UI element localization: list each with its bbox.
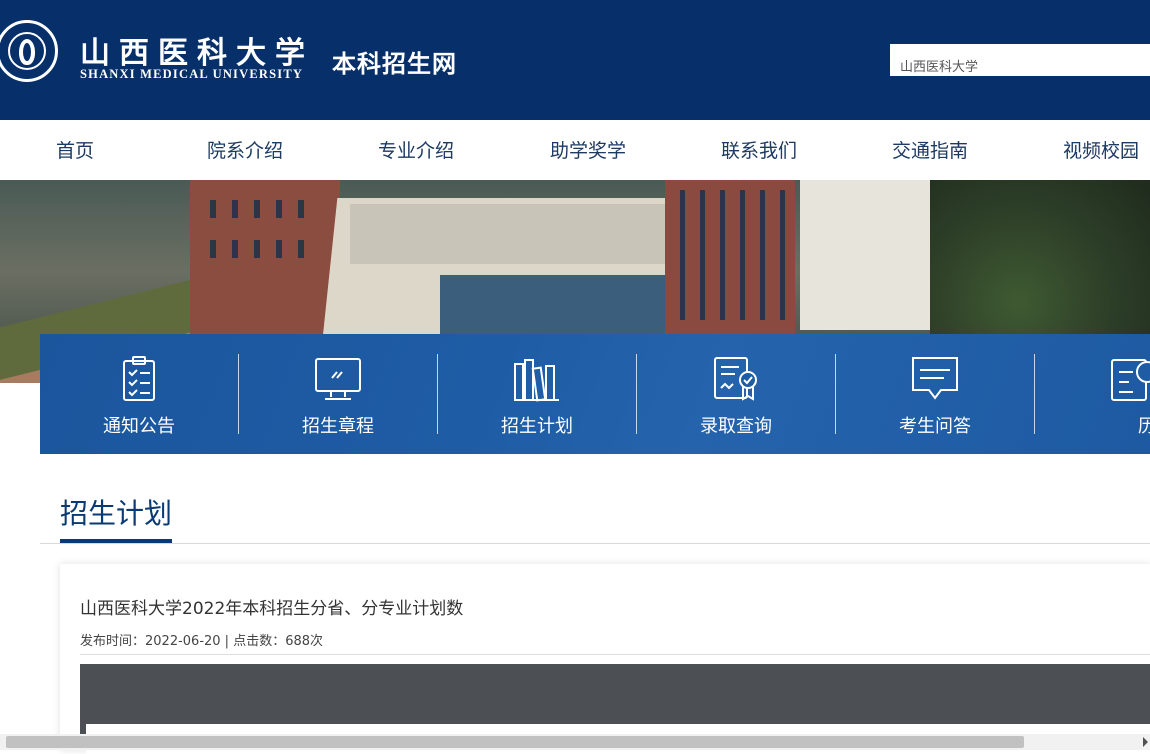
certificate-icon (714, 357, 757, 401)
article-card: 山西医科大学2022年本科招生分省、分专业计划数 发布时间：2022-06-20… (60, 564, 1150, 754)
site-header: 山西医科大学 SHANXI MEDICAL UNIVERSITY 本科招生网 山… (0, 0, 1150, 120)
chat-bubble-icon (912, 357, 958, 400)
section-title: 招生计划 (60, 497, 173, 530)
section-title-underline (60, 539, 172, 543)
quick-link-label: 通知公告 (103, 416, 175, 437)
quick-link-plans[interactable]: 招生计划 (438, 334, 636, 454)
main-nav: 首页 院系介绍 专业介绍 助学奖学 联系我们 交通指南 视频校园 (0, 120, 1150, 180)
nav-item-financial-aid[interactable]: 助学奖学 (550, 120, 626, 180)
site-title: 本科招生网 (332, 50, 457, 78)
quick-link-label: 考生问答 (899, 416, 971, 437)
nav-item-majors[interactable]: 专业介绍 (378, 120, 454, 180)
article-meta: 发布时间：2022-06-20 | 点击数：688次 (80, 634, 324, 649)
nav-item-departments[interactable]: 院系介绍 (207, 120, 283, 180)
scrollbar-thumb[interactable] (6, 736, 1024, 748)
university-emblem-icon[interactable] (0, 20, 58, 82)
clipboard-checklist-icon (123, 356, 155, 401)
university-name-cn[interactable]: 山西医科大学 (80, 28, 314, 72)
quick-link-admission-query[interactable]: 录取查询 (637, 334, 835, 454)
quick-links-bar: 通知公告 招生章程 招生计划 录取查询 考生问答 历 (40, 334, 1150, 454)
search-input[interactable]: 山西医科大学 (890, 44, 1150, 76)
quick-link-label: 历年分 (1138, 416, 1150, 437)
nav-item-contact[interactable]: 联系我们 (721, 120, 797, 180)
books-icon (514, 359, 559, 402)
scroll-right-arrow-icon[interactable] (1143, 737, 1148, 747)
quick-link-regulations[interactable]: 招生章程 (239, 334, 437, 454)
section-divider (40, 543, 1150, 544)
monitor-icon (315, 358, 361, 400)
university-name-en: SHANXI MEDICAL UNIVERSITY (80, 67, 304, 81)
nav-item-transport[interactable]: 交通指南 (892, 120, 968, 180)
nav-item-video-campus[interactable]: 视频校园 (1063, 120, 1139, 180)
quick-link-label: 招生计划 (501, 416, 573, 437)
quick-link-past-scores[interactable]: 历年分 (1035, 334, 1150, 454)
article-divider (80, 654, 1150, 655)
quick-link-label: 招生章程 (302, 416, 374, 437)
horizontal-scrollbar[interactable] (0, 734, 1150, 750)
quick-link-notices[interactable]: 通知公告 (40, 334, 238, 454)
article-title: 山西医科大学2022年本科招生分省、分专业计划数 (80, 599, 464, 619)
quick-link-faq[interactable]: 考生问答 (836, 334, 1034, 454)
nav-item-home[interactable]: 首页 (56, 120, 94, 180)
quick-link-label: 录取查询 (700, 416, 772, 437)
calendar-clock-icon (1111, 359, 1150, 401)
